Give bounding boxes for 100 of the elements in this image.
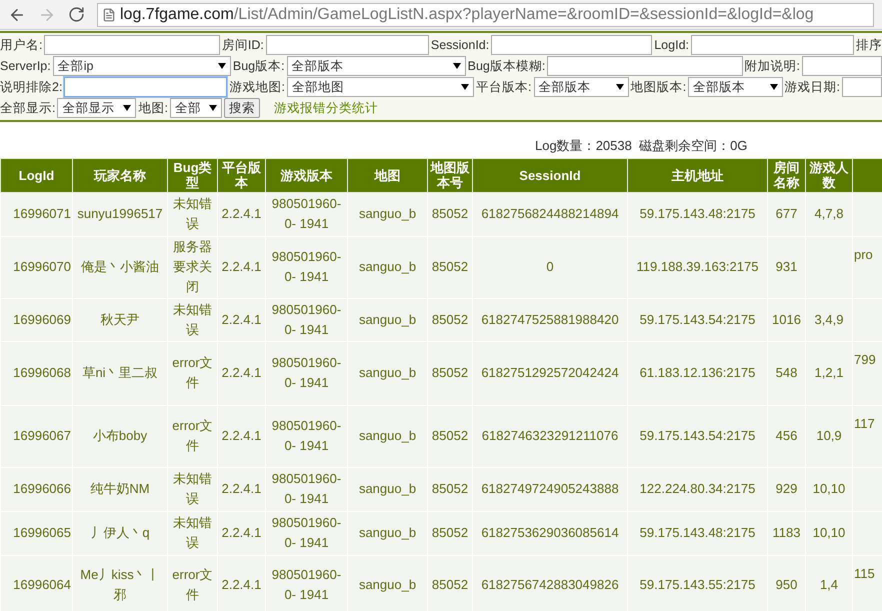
address-bar[interactable]: log.7fgame.com/List/Admin/GameLogListN.aspx?playerName=&roomID=&sessionId=&logId=&log bbox=[97, 2, 874, 26]
column-header: 地图版本号 bbox=[428, 158, 472, 192]
table-cell: 61.183.12.136:2175 bbox=[628, 341, 768, 405]
field-label: LogId: bbox=[654, 36, 689, 54]
table-cell: 4,7,8 bbox=[806, 192, 852, 236]
table-cell: 85052 bbox=[428, 298, 472, 341]
table-cell: 2.2.4.1 bbox=[218, 405, 266, 467]
field-label: 附加说明: bbox=[744, 58, 800, 75]
table-cell: Me丿kiss丶丨邪 bbox=[72, 555, 168, 611]
table-cell: 59.175.143.55:2175 bbox=[628, 555, 768, 611]
field-label: Bug版本: bbox=[232, 58, 285, 75]
table-cell: sanguo_b bbox=[348, 555, 428, 611]
table-cell: 16996065 bbox=[0, 511, 72, 555]
table-cell: 未知错误 bbox=[168, 467, 218, 511]
table-cell: 3,4,9 bbox=[806, 298, 852, 341]
field-label: ServerIp: bbox=[0, 58, 51, 75]
table-cell: 799 bbox=[852, 341, 882, 405]
reload-icon[interactable] bbox=[68, 6, 85, 23]
table-cell: 122.224.80.34:2175 bbox=[628, 467, 768, 511]
column-header: 主机地址 bbox=[628, 158, 768, 192]
table-cell: 980501960-0- 1941 bbox=[266, 467, 348, 511]
table-cell: 85052 bbox=[428, 192, 472, 236]
field-label: 用户名: bbox=[0, 36, 42, 54]
dropdown[interactable]: 全部版本 bbox=[286, 56, 466, 76]
input-field[interactable] bbox=[44, 35, 220, 55]
table-cell: 6182756824488214894 bbox=[472, 192, 628, 236]
input-field[interactable] bbox=[691, 35, 854, 55]
input-field[interactable] bbox=[266, 35, 429, 55]
table-cell: 980501960-0- 1941 bbox=[266, 405, 348, 467]
url-domain: log.7fgame.com bbox=[120, 4, 234, 24]
table-cell: 6182747525881988420 bbox=[472, 298, 628, 341]
table-cell: 2.2.4.1 bbox=[218, 555, 266, 611]
input-field[interactable] bbox=[547, 56, 743, 76]
field-label: Bug版本模糊: bbox=[468, 58, 546, 75]
column-header: 地图 bbox=[348, 158, 428, 192]
input-field[interactable] bbox=[64, 77, 228, 97]
column-header: LogId bbox=[0, 158, 72, 192]
table-cell: 16996064 bbox=[0, 555, 72, 611]
table-cell: 俺是丶小酱油 bbox=[72, 236, 168, 298]
table-cell: 服务器要求关闭 bbox=[168, 236, 218, 298]
table-cell: 85052 bbox=[428, 467, 472, 511]
column-header: 游戏版本 bbox=[266, 158, 348, 192]
table-cell: 117 bbox=[852, 405, 882, 467]
table-cell: 1016 bbox=[768, 298, 806, 341]
table-cell: 16996068 bbox=[0, 341, 72, 405]
url-path: /List/Admin/GameLogListN.aspx?playerName=&roomID=&sessionId=&logId=&log bbox=[234, 4, 814, 24]
table-cell: 980501960-0- 1941 bbox=[266, 511, 348, 555]
dropdown[interactable]: 全部版本 bbox=[534, 77, 629, 97]
table-cell: 929 bbox=[768, 467, 806, 511]
table-cell: 16996069 bbox=[0, 298, 72, 341]
stats-link[interactable]: 游戏报错分类统计 bbox=[274, 98, 378, 118]
dropdown[interactable]: 全部版本 bbox=[688, 77, 782, 97]
table-cell: 677 bbox=[768, 192, 806, 236]
table-cell: 115 bbox=[852, 555, 882, 611]
table-cell: sanguo_b bbox=[348, 511, 428, 555]
table-cell: 85052 bbox=[428, 236, 472, 298]
table-cell: 980501960-0- 1941 bbox=[266, 298, 348, 341]
table-cell: 0 bbox=[472, 236, 628, 298]
dropdown[interactable]: 全部显示 bbox=[57, 98, 136, 118]
dropdown[interactable]: 全部 bbox=[170, 98, 222, 118]
table-cell: 未知错误 bbox=[168, 298, 218, 341]
table-cell: 119.188.39.163:2175 bbox=[628, 236, 768, 298]
caret-icon bbox=[208, 105, 217, 111]
input-field[interactable] bbox=[491, 35, 652, 55]
table-cell: 931 bbox=[768, 236, 806, 298]
caret-icon bbox=[616, 84, 624, 90]
table-cell: 1,2,1 bbox=[806, 341, 852, 405]
search-button[interactable]: 搜索 bbox=[224, 98, 260, 118]
table-cell: 10,10 bbox=[806, 467, 852, 511]
table-cell: 85052 bbox=[428, 341, 472, 405]
table-cell: 2.2.4.1 bbox=[218, 298, 266, 341]
field-label: 地图: bbox=[138, 100, 168, 117]
field-label: 全部显示: bbox=[0, 100, 56, 117]
table-cell: 1,4 bbox=[806, 555, 852, 611]
caret-icon bbox=[218, 63, 226, 69]
table-cell: 6182751292572042424 bbox=[472, 341, 628, 405]
table-cell: 85052 bbox=[428, 555, 472, 611]
table-cell: pro bbox=[852, 236, 882, 298]
table-cell: 85052 bbox=[428, 405, 472, 467]
table-cell: 16996071 bbox=[0, 192, 72, 236]
table-cell: 秋天尹 bbox=[72, 298, 168, 341]
table-cell: 2.2.4.1 bbox=[218, 467, 266, 511]
table-cell: 小布boby bbox=[72, 405, 168, 467]
column-header: 平台版本 bbox=[218, 158, 266, 192]
caret-icon bbox=[123, 105, 132, 111]
column-header: 游戏人数 bbox=[806, 158, 852, 192]
table-cell: 456 bbox=[768, 405, 806, 467]
dropdown[interactable]: 全部地图 bbox=[286, 77, 474, 97]
table-cell: 草ni丶里二叔 bbox=[72, 341, 168, 405]
page-icon bbox=[102, 8, 116, 22]
table-cell: 6182746323291211076 bbox=[472, 405, 628, 467]
caret-icon bbox=[461, 84, 470, 90]
input-field[interactable] bbox=[802, 56, 882, 76]
column-header: 玩家名称 bbox=[72, 158, 168, 192]
table-cell: 未知错误 bbox=[168, 192, 218, 236]
input-field[interactable] bbox=[842, 77, 882, 97]
table-cell: 6182756742883049826 bbox=[472, 555, 628, 611]
dropdown[interactable]: 全部ip bbox=[52, 56, 231, 76]
table-cell: 10,10 bbox=[806, 511, 852, 555]
table-cell: 980501960-0- 1941 bbox=[266, 555, 348, 611]
